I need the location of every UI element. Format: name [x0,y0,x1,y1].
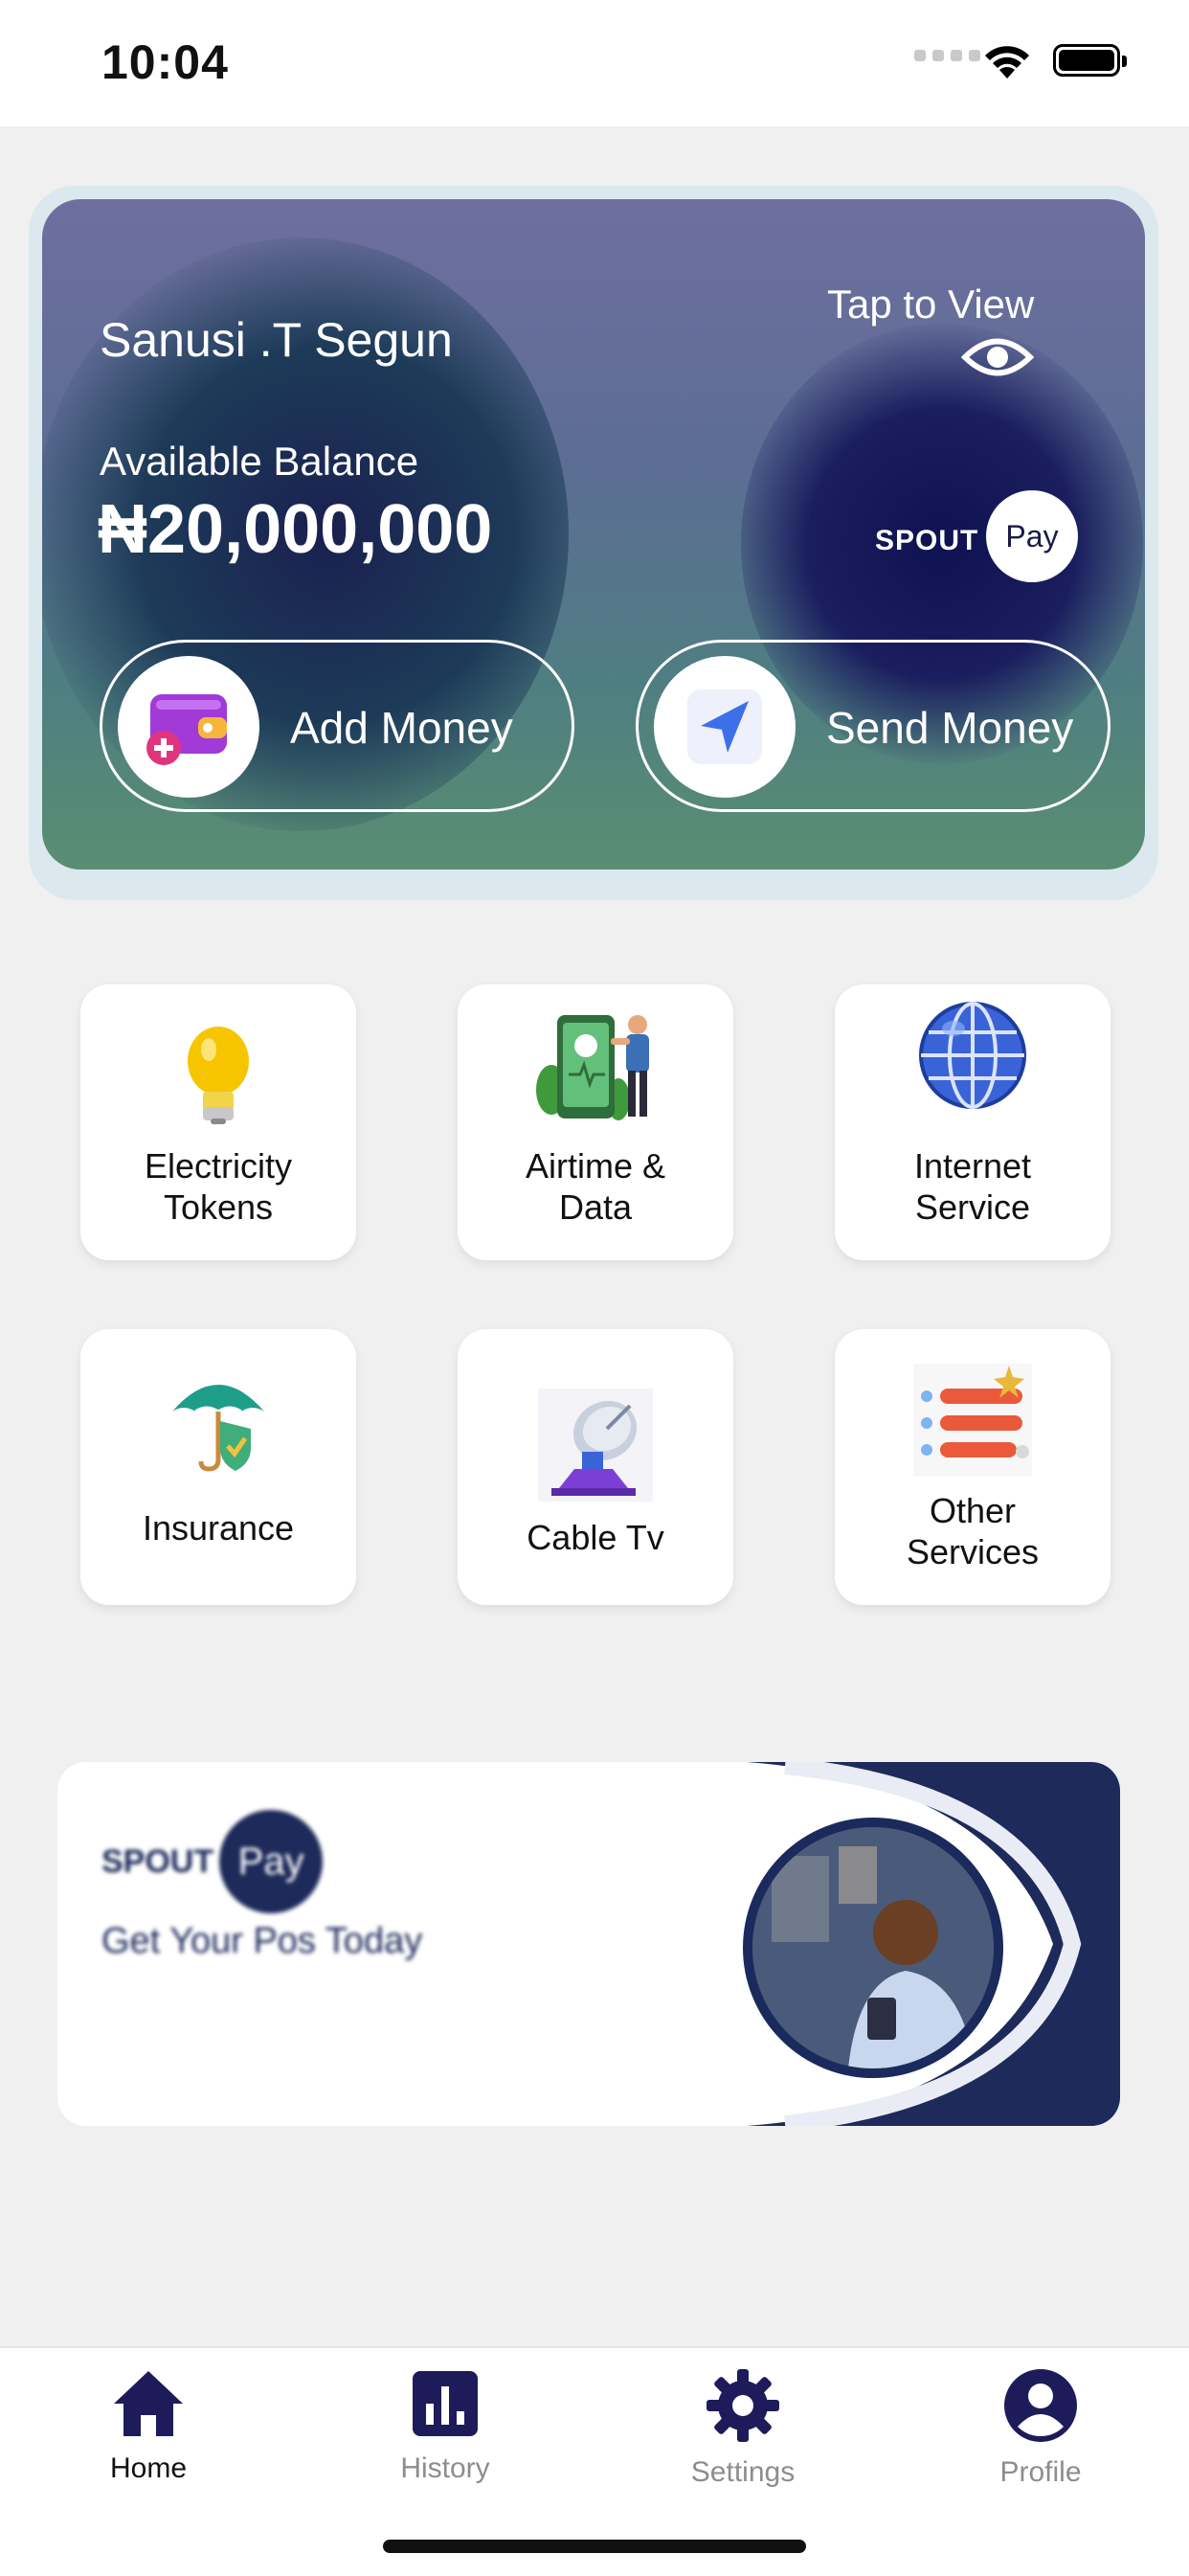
tap-to-view-label[interactable]: Tap to View [827,282,1034,328]
balance-label: Available Balance [100,439,419,484]
service-tile-electricity-tokens[interactable]: Electricity Tokens [80,984,356,1260]
add-money-label: Add Money [290,703,513,753]
service-label: Internet [913,1146,1032,1186]
send-arrow-icon [687,689,762,764]
banner-logo-text: SPOUT [101,1842,214,1880]
service-tile-other-services[interactable]: Other Services [835,1329,1110,1605]
service-label: Electricity [144,1146,293,1186]
service-label: Other [929,1491,1017,1530]
tab-label: Settings [690,2456,796,2488]
send-money-button[interactable]: Send Money [636,640,1110,812]
banner-logo-badge: Pay [219,1810,324,1913]
send-money-icon-circle [654,656,796,798]
list-icon [913,1364,1032,1477]
service-tile-airtime-data[interactable]: Airtime & Data [458,984,733,1260]
service-label: Services [906,1532,1040,1571]
home-indicator[interactable] [383,2540,806,2553]
service-label: Service [914,1187,1031,1227]
lightbulb-icon [188,1027,249,1124]
brand-logo-text: SPOUT [875,525,979,556]
battery-icon [1053,44,1127,77]
account-holder-name: Sanusi .T Segun [100,313,453,367]
service-tile-insurance[interactable]: Insurance [80,1329,356,1605]
service-label: Cable Tv [527,1518,664,1557]
add-money-icon-circle [118,656,259,798]
banner-logo: SPOUT Pay [101,1810,324,1913]
wallet-plus-icon [146,694,227,765]
tab-label: History [400,2452,490,2484]
balance-card-container: Sanusi .T Segun Tap to View Available Ba… [29,186,1158,900]
send-money-label: Send Money [826,703,1074,753]
eye-icon[interactable] [961,333,1034,381]
banner-tagline: Get Your Pos Today [101,1921,423,1961]
service-label: Data [558,1187,633,1227]
umbrella-shield-icon [172,1385,264,1472]
service-label: Tokens [163,1187,274,1227]
tab-home[interactable]: Home [53,2367,244,2485]
status-time: 10:04 [101,35,229,89]
tab-label: Profile [999,2456,1082,2488]
service-tile-internet-service[interactable]: Internet Service [835,984,1110,1260]
service-label: Insurance [142,1508,295,1548]
add-money-button[interactable]: Add Money [100,640,574,812]
bar-chart-icon [413,2371,478,2436]
globe-icon [919,1002,1026,1109]
banner-photo [743,1818,1003,2078]
tab-history[interactable]: History [349,2367,541,2485]
balance-amount: ₦20,000,000 [98,491,493,568]
phone-airtime-icon [536,1015,649,1120]
person-photo-icon [752,1827,994,2068]
service-tile-cable-tv[interactable]: Cable Tv [458,1329,733,1605]
brand-logo-badge: Pay [986,490,1078,582]
service-label: Airtime & [525,1146,666,1186]
cellular-signal-icon [914,50,980,61]
gear-icon [707,2369,779,2442]
balance-card: Sanusi .T Segun Tap to View Available Ba… [42,199,1145,870]
tab-profile[interactable]: Profile [945,2367,1136,2489]
wifi-icon [985,46,1029,79]
satellite-dish-icon [538,1389,653,1502]
tab-label: Home [109,2452,188,2484]
profile-icon [1004,2369,1077,2442]
home-icon [114,2371,183,2436]
tab-settings[interactable]: Settings [647,2367,839,2489]
promo-banner[interactable]: SPOUT Pay Get Your Pos Today [57,1762,1120,2126]
status-bar: 10:04 [0,0,1189,126]
